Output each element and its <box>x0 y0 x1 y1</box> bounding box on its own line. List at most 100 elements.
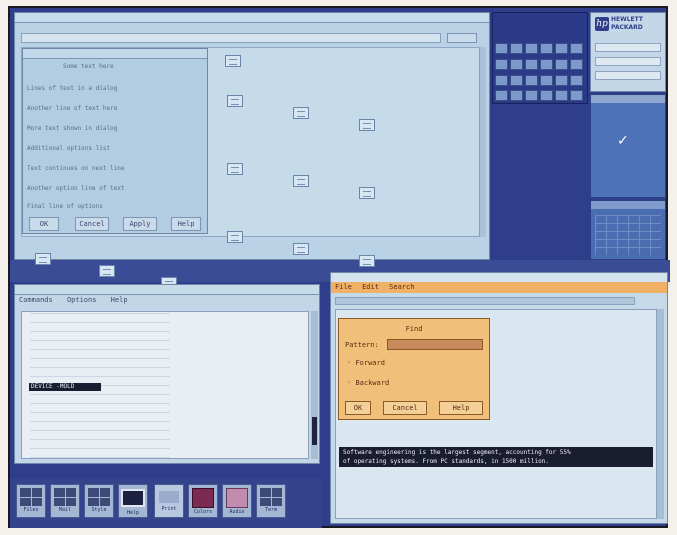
menu-options[interactable]: Options <box>67 296 97 304</box>
keypad-key[interactable] <box>570 74 583 86</box>
forward-radio[interactable]: ◦ Forward <box>347 359 385 367</box>
file-icon[interactable] <box>293 175 309 187</box>
terminal-window[interactable]: Commands Options Help DEVICE -MOLD <box>14 284 320 464</box>
file-icon[interactable] <box>359 255 375 267</box>
keypad-key[interactable] <box>510 58 523 70</box>
options-dialog[interactable]: Some text here Lines of text in a dialog… <box>22 48 208 234</box>
folder-up-icon[interactable] <box>225 55 241 67</box>
find-ok-button[interactable]: OK <box>345 401 371 415</box>
keypad-key[interactable] <box>495 90 508 102</box>
dock-audio-icon[interactable]: Audio <box>222 484 252 518</box>
keypad-key[interactable] <box>510 74 523 86</box>
keypad-key[interactable] <box>570 43 583 54</box>
menu-edit[interactable]: Edit <box>362 283 379 291</box>
keypad-key[interactable] <box>525 74 538 86</box>
terminal-highlight: DEVICE -MOLD <box>29 383 101 391</box>
file-icon[interactable] <box>227 163 243 175</box>
keypad-key[interactable] <box>525 43 538 54</box>
file-icon[interactable] <box>359 119 375 131</box>
file-icon[interactable] <box>359 187 375 199</box>
dock-term-icon[interactable]: Term <box>256 484 286 518</box>
find-cancel-button[interactable]: Cancel <box>383 401 427 415</box>
keypad <box>495 43 587 103</box>
dialog-line: Another line of text here <box>27 105 118 112</box>
dock-files-icon[interactable]: Files <box>16 484 46 518</box>
editor-highlight-block: Software engineering is the largest segm… <box>339 447 653 467</box>
keypad-key[interactable] <box>540 58 553 70</box>
dialog-line: Lines of text in a dialog <box>27 85 118 92</box>
dock-mail-icon[interactable]: Mail <box>50 484 80 518</box>
file-icon[interactable] <box>35 253 51 265</box>
keypad-key[interactable] <box>555 74 568 86</box>
hp-logo-text: HEWLETT PACKARD <box>611 16 643 31</box>
panel-field[interactable] <box>595 57 661 66</box>
keypad-key[interactable] <box>555 90 568 102</box>
keypad-key[interactable] <box>570 58 583 70</box>
keypad-key[interactable] <box>495 74 508 86</box>
file-icon[interactable] <box>227 95 243 107</box>
dock-label: Style <box>91 507 107 513</box>
hp-panel: hp HEWLETT PACKARD <box>590 12 666 92</box>
find-dialog[interactable]: Find Pattern: ◦ Forward ◦ Backward OK Ca… <box>338 318 490 420</box>
options-dialog-titlebar[interactable] <box>23 49 207 59</box>
dock-print-icon[interactable]: Print <box>154 484 184 518</box>
keypad-key[interactable] <box>495 58 508 70</box>
dialog-line: Some text here <box>63 63 114 70</box>
dialog-line: Additional options list <box>27 145 111 152</box>
dialog-cancel-button[interactable]: Cancel <box>75 217 109 231</box>
keypad-key[interactable] <box>540 90 553 102</box>
dock-glyph <box>88 488 110 506</box>
pattern-label: Pattern: <box>345 341 379 349</box>
editor-menubar: File Edit Search <box>331 282 667 293</box>
keypad-key[interactable] <box>525 58 538 70</box>
pattern-input[interactable] <box>387 339 483 350</box>
dock-label: Colors <box>193 509 213 515</box>
dock-help-icon[interactable]: Help <box>118 484 148 518</box>
menu-file[interactable]: File <box>335 283 352 291</box>
file-pane-scrollbar[interactable] <box>479 47 486 237</box>
dock-label: Audio <box>229 509 245 515</box>
dock-glyph <box>260 488 282 506</box>
dialog-ok-button[interactable]: OK <box>29 217 59 231</box>
keypad-key[interactable] <box>555 43 568 54</box>
dialog-apply-button[interactable]: Apply <box>123 217 157 231</box>
panel-field[interactable] <box>595 71 661 80</box>
keypad-key[interactable] <box>495 43 508 54</box>
editor-path-field[interactable] <box>335 297 635 305</box>
keypad-key[interactable] <box>510 43 523 54</box>
editor-scrollbar[interactable] <box>657 309 664 519</box>
menu-help[interactable]: Help <box>111 296 128 304</box>
file-icon[interactable] <box>293 243 309 255</box>
dock-colors-icon[interactable]: Colors <box>188 484 218 518</box>
menu-commands[interactable]: Commands <box>19 296 53 304</box>
dialog-line: Text continues on next line <box>27 165 125 172</box>
terminal-titlebar[interactable] <box>15 285 319 295</box>
keypad-key[interactable] <box>510 90 523 102</box>
dock-label: Files <box>23 507 39 513</box>
checkmark-icon: ✓ <box>617 133 629 149</box>
find-help-button[interactable]: Help <box>439 401 483 415</box>
forward-label: Forward <box>355 359 385 367</box>
path-field[interactable] <box>21 33 441 43</box>
file-icon[interactable] <box>293 107 309 119</box>
dock-label: Term <box>264 507 278 513</box>
keypad-key[interactable] <box>540 43 553 54</box>
terminal-scrollbar[interactable] <box>311 311 318 459</box>
panel-field[interactable] <box>595 43 661 52</box>
file-icon[interactable] <box>227 231 243 243</box>
dialog-line: Final line of options <box>27 203 103 210</box>
keypad-key[interactable] <box>525 90 538 102</box>
keypad-key[interactable] <box>555 58 568 70</box>
calendar-grid[interactable] <box>595 215 661 255</box>
file-icon[interactable] <box>99 265 115 277</box>
dialog-help-button[interactable]: Help <box>171 217 201 231</box>
dock-style-icon[interactable]: Style <box>84 484 114 518</box>
path-go-button[interactable] <box>447 33 477 43</box>
backward-radio[interactable]: ◦ Backward <box>347 379 389 387</box>
backward-label: Backward <box>355 379 390 387</box>
menu-search[interactable]: Search <box>389 283 414 291</box>
keypad-key[interactable] <box>540 74 553 86</box>
file-manager-titlebar[interactable] <box>15 13 489 23</box>
scroll-thumb[interactable] <box>312 417 317 445</box>
keypad-key[interactable] <box>570 90 583 102</box>
